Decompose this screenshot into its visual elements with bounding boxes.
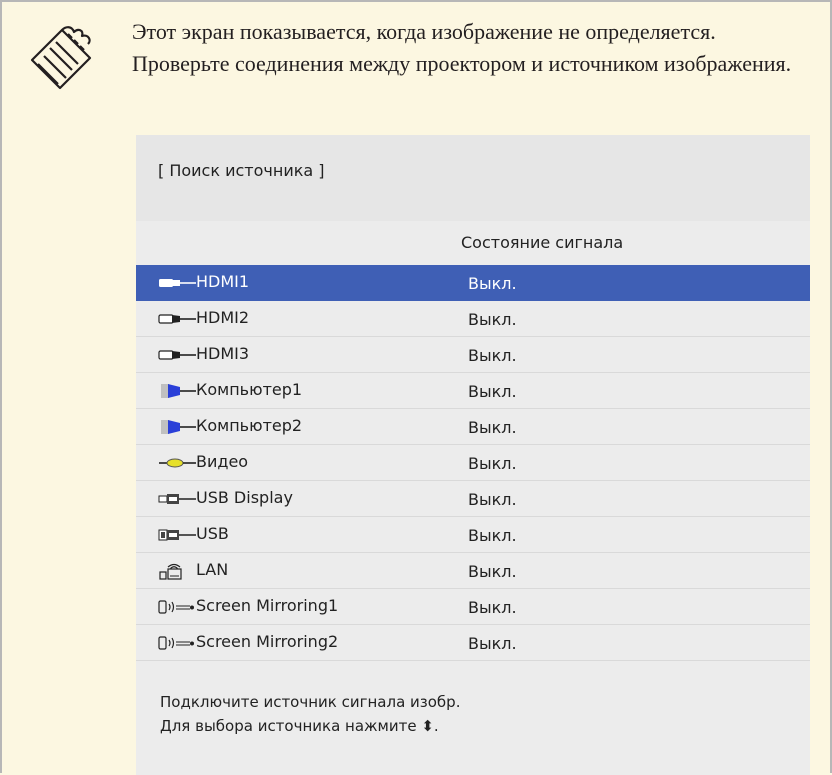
source-row-screen-mirroring2[interactable]: Screen Mirroring2 Выкл. (136, 625, 810, 661)
usb-icon (158, 529, 196, 541)
source-status: Выкл. (468, 562, 517, 581)
hdmi-icon (158, 350, 196, 360)
source-row-video[interactable]: Видео Выкл. (136, 445, 810, 481)
source-status: Выкл. (468, 418, 517, 437)
source-row-screen-mirroring1[interactable]: Screen Mirroring1 Выкл. (136, 589, 810, 625)
computer-vga-icon (161, 420, 196, 434)
hdmi-icon (159, 279, 196, 287)
source-row-hdmi2[interactable]: HDMI2 Выкл. (136, 301, 810, 337)
source-name: Screen Mirroring2 (196, 632, 339, 651)
source-row-usb[interactable]: USB Выкл. (136, 517, 810, 553)
source-name: HDMI3 (196, 344, 250, 363)
footer-hint-select: Для выбора источника нажмите ⬍. (160, 717, 439, 735)
source-status: Выкл. (468, 598, 517, 617)
screen-mirroring-icon (158, 636, 194, 650)
source-row-hdmi1[interactable]: HDMI1 Выкл. (136, 265, 810, 301)
panel-title: [ Поиск источника ] (158, 161, 325, 180)
source-row-usb-display[interactable]: USB Display Выкл. (136, 481, 810, 517)
source-status: Выкл. (468, 634, 517, 653)
column-header: Состояние сигнала (136, 221, 810, 265)
computer-vga-icon (161, 384, 196, 398)
lan-icon (159, 563, 182, 580)
source-list: HDMI1 Выкл. HDMI2 Выкл. HDMI3 Выкл. Комп… (136, 265, 810, 661)
source-name: LAN (196, 560, 229, 579)
source-row-computer1[interactable]: Компьютер1 Выкл. (136, 373, 810, 409)
source-row-computer2[interactable]: Компьютер2 Выкл. (136, 409, 810, 445)
screen-mirroring-icon (158, 600, 194, 614)
note-box: Этот экран показывается, когда изображен… (0, 0, 832, 775)
source-name: USB Display (196, 488, 293, 507)
source-name: Screen Mirroring1 (196, 596, 339, 615)
source-status: Выкл. (468, 454, 517, 473)
footer-hint-connect: Подключите источник сигнала изобр. (160, 693, 461, 711)
source-name: USB (196, 524, 229, 543)
panel-header: [ Поиск источника ] (136, 135, 810, 222)
video-rca-icon (159, 458, 196, 468)
note-icon (30, 26, 92, 90)
source-name: Видео (196, 452, 249, 471)
source-status: Выкл. (468, 346, 517, 365)
panel-footer: Подключите источник сигнала изобр. Для в… (136, 665, 810, 775)
source-name: Компьютер2 (196, 416, 303, 435)
source-row-lan[interactable]: LAN Выкл. (136, 553, 810, 589)
hdmi-icon (158, 314, 196, 324)
source-name: Компьютер1 (196, 380, 303, 399)
source-status: Выкл. (468, 274, 517, 293)
source-status: Выкл. (468, 310, 517, 329)
source-name: HDMI2 (196, 308, 250, 327)
source-row-hdmi3[interactable]: HDMI3 Выкл. (136, 337, 810, 373)
usb-display-icon (158, 494, 196, 504)
source-name: HDMI1 (196, 272, 250, 291)
source-status: Выкл. (468, 490, 517, 509)
source-status: Выкл. (468, 382, 517, 401)
source-status: Выкл. (468, 526, 517, 545)
column-status-label: Состояние сигнала (461, 233, 624, 252)
note-text: Этот экран показывается, когда изображен… (132, 19, 792, 76)
source-search-panel: [ Поиск источника ] Состояние сигнала HD… (136, 135, 810, 775)
